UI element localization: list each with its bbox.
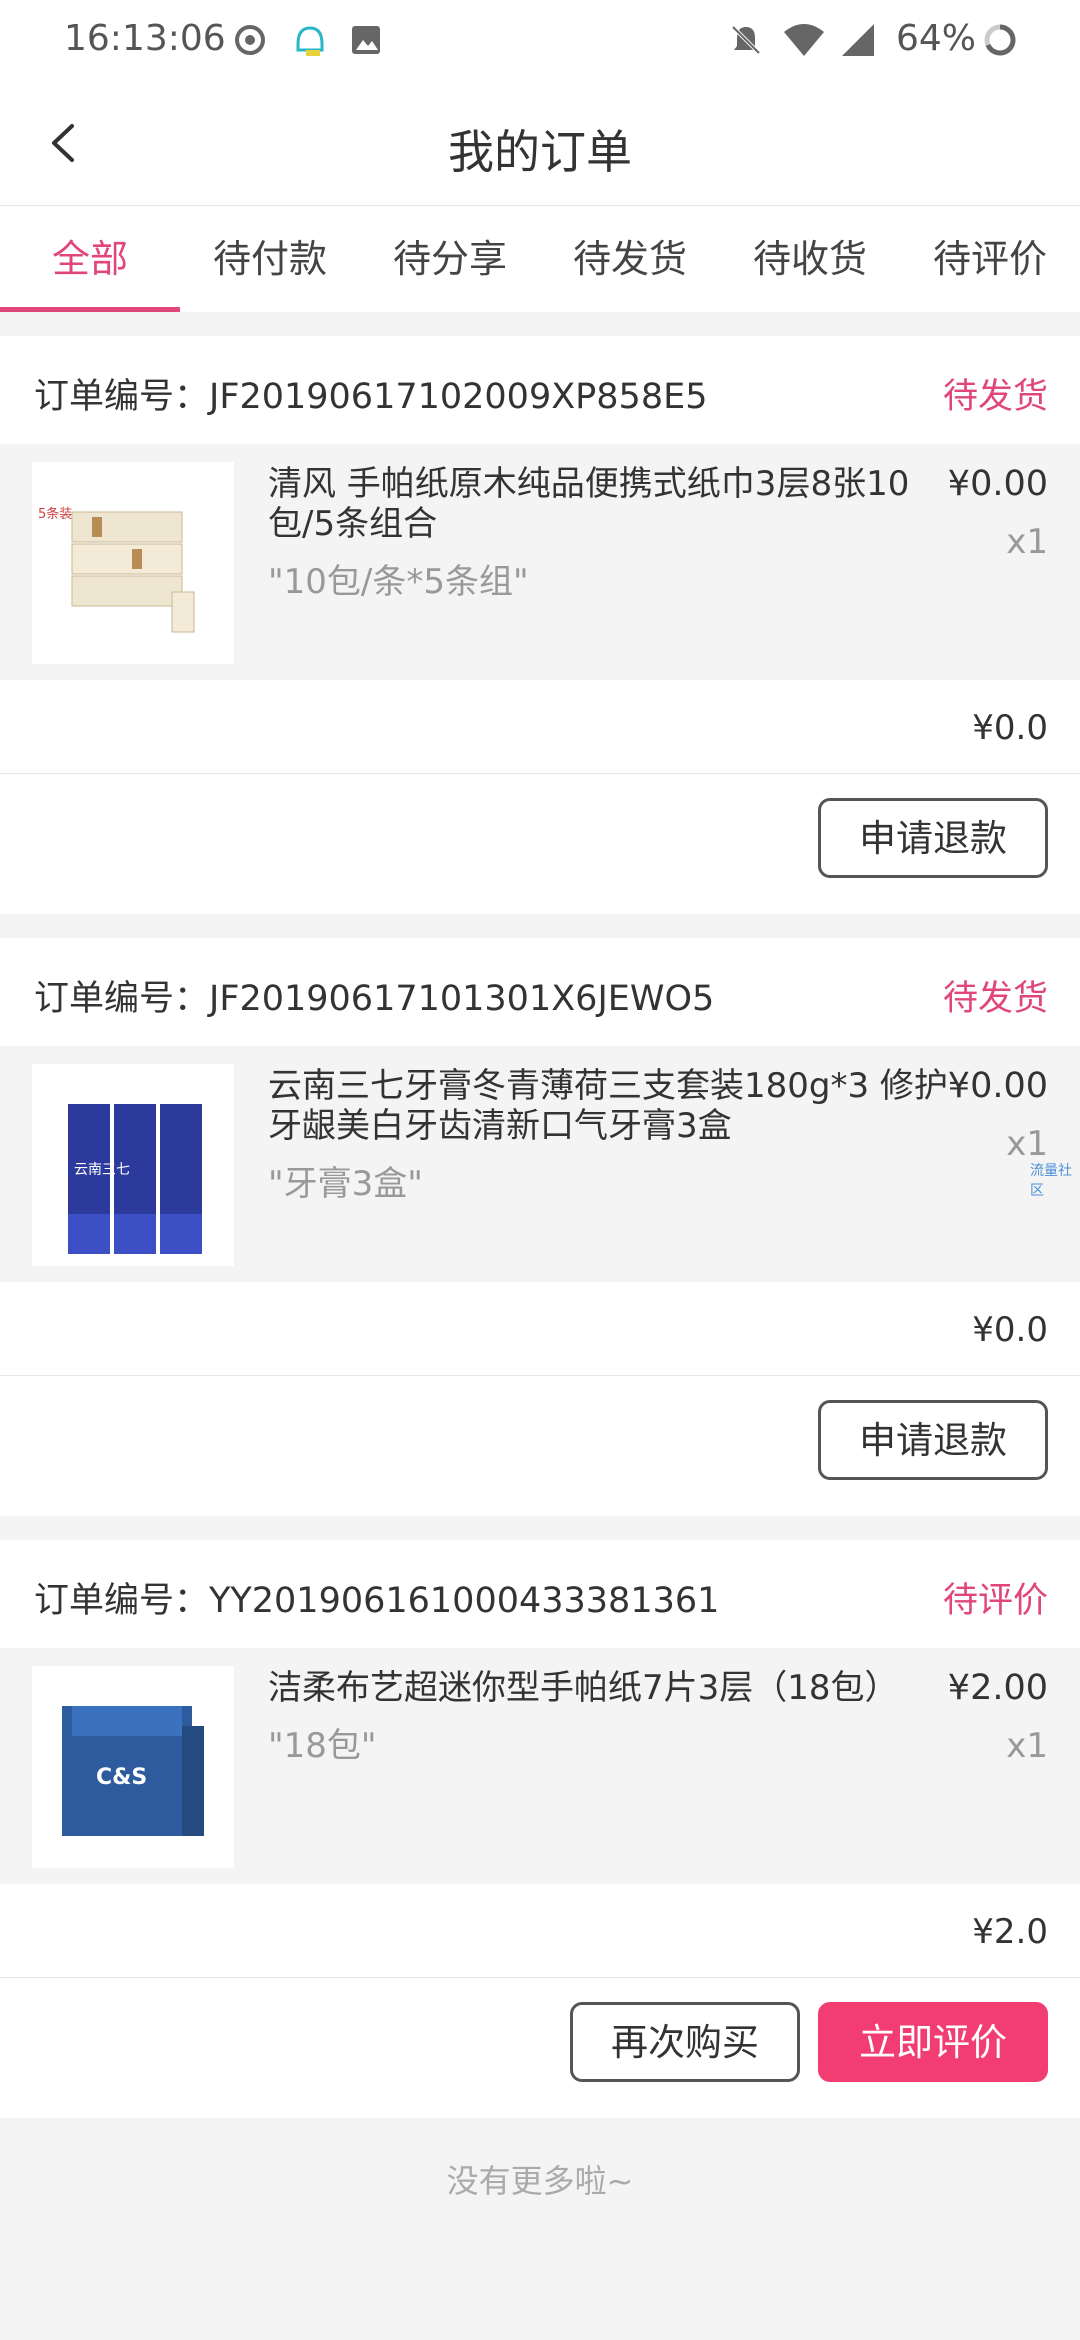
product-spec: "18包" <box>268 1726 377 1766</box>
refund-button[interactable]: 申请退款 <box>818 798 1048 878</box>
order-status: 待评价 <box>942 1581 1048 1621</box>
product-name: 洁柔布艺超迷你型手帕纸7片3层（18包） <box>268 1668 899 1708</box>
order-total: ¥0.0 <box>972 708 1048 748</box>
battery-ring-icon <box>984 24 1016 56</box>
order-card[interactable]: 订单编号：JF20190617101301X6JEWO5 待发货 云南三七 云南… <box>0 938 1080 1516</box>
order-header: 订单编号：YY20190616100043338136​1 待评价 <box>0 1540 1080 1648</box>
order-total: ¥2.0 <box>972 1912 1048 1952</box>
order-actions: 申请退款 <box>0 774 1080 914</box>
product-thumbnail: C&S <box>32 1666 234 1868</box>
review-now-button[interactable]: 立即评价 <box>818 2002 1048 2082</box>
signal-icon <box>842 24 874 56</box>
order-card[interactable]: 订单编号：YY20190616100043338136​1 待评价 C&S 洁柔… <box>0 1540 1080 2118</box>
product-thumbnail: 5条装 <box>32 462 234 664</box>
order-card[interactable]: 订单编号：JF20190617102009XP858E5 待发货 5条装 清风 … <box>0 336 1080 914</box>
battery-percent: 64% <box>896 18 977 59</box>
tab-pending-payment[interactable]: 待付款 <box>180 206 360 312</box>
tab-pending-shipment[interactable]: 待发货 <box>540 206 720 312</box>
order-item[interactable]: 5条装 清风 手帕纸原木纯品便携式纸巾3层8张10包/5条组合 "10包/条*5… <box>0 444 1080 680</box>
product-spec: "10包/条*5条组" <box>268 562 529 602</box>
bell-muted-icon <box>731 25 761 55</box>
order-actions: 申请退款 <box>0 1376 1080 1516</box>
product-name: 云南三七牙膏冬青薄荷三支套装180g*3 修护牙龈美白牙齿清新口气牙膏3盒 <box>268 1066 948 1146</box>
order-number: 订单编号：YY20190616100043338136​1 <box>34 1581 720 1621</box>
product-spec: "牙膏3盒" <box>268 1164 423 1204</box>
product-price: ¥0.00 <box>947 1066 1048 1106</box>
order-total-row: ¥2.0 <box>0 1884 1080 1978</box>
svg-text:5条装: 5条装 <box>38 506 72 522</box>
no-more-footer: 没有更多啦~ <box>446 2162 634 2200</box>
svg-text:C&S: C&S <box>96 1765 147 1790</box>
page-title: 我的订单 <box>448 125 632 179</box>
status-time: 16:13:06 <box>64 18 226 59</box>
tab-pending-share[interactable]: 待分享 <box>360 206 540 312</box>
bot-notification-icon <box>296 26 324 56</box>
product-price: ¥2.00 <box>947 1668 1048 1708</box>
order-header: 订单编号：JF20190617101301X6JEWO5 待发货 <box>0 938 1080 1046</box>
order-tabs: 全部 待付款 待分享 待发货 待收货 待评价 <box>0 206 1080 312</box>
order-total-row: ¥0.0 <box>0 680 1080 774</box>
status-bar: 16:13:06 64% <box>0 0 1080 80</box>
svg-text:云南三七: 云南三七 <box>74 1162 130 1178</box>
product-name: 清风 手帕纸原木纯品便携式纸巾3层8张10包/5条组合 <box>268 464 910 544</box>
title-bar: 我的订单 <box>0 80 1080 206</box>
image-icon <box>352 26 380 54</box>
order-number: 订单编号：JF20190617101301X6JEWO5 <box>34 979 715 1019</box>
order-item[interactable]: 云南三七 云南三七牙膏冬青薄荷三支套装180g*3 修护牙龈美白牙齿清新口气牙膏… <box>0 1046 1080 1282</box>
tab-pending-review[interactable]: 待评价 <box>900 206 1080 312</box>
product-quantity: x1 <box>1006 1726 1048 1766</box>
product-price: ¥0.00 <box>947 464 1048 504</box>
order-status: 待发货 <box>942 979 1048 1019</box>
watermark: 流量社区 <box>1030 1163 1072 1199</box>
wifi-icon <box>784 24 824 56</box>
spiral-app-icon <box>235 25 265 55</box>
order-total: ¥0.0 <box>972 1310 1048 1350</box>
order-actions: 再次购买 立即评价 <box>0 1978 1080 2118</box>
order-total-row: ¥0.0 <box>0 1282 1080 1376</box>
product-thumbnail: 云南三七 <box>32 1064 234 1266</box>
buy-again-button[interactable]: 再次购买 <box>570 2002 800 2082</box>
order-number: 订单编号：JF20190617102009XP858E5 <box>34 377 708 417</box>
tab-all[interactable]: 全部 <box>0 206 180 312</box>
tab-pending-receipt[interactable]: 待收货 <box>720 206 900 312</box>
refund-button[interactable]: 申请退款 <box>818 1400 1048 1480</box>
product-quantity: x1 <box>1006 1124 1048 1164</box>
order-header: 订单编号：JF20190617102009XP858E5 待发货 <box>0 336 1080 444</box>
product-quantity: x1 <box>1006 522 1048 562</box>
order-status: 待发货 <box>942 377 1048 417</box>
order-item[interactable]: C&S 洁柔布艺超迷你型手帕纸7片3层（18包） "18包" ¥2.00 x1 <box>0 1648 1080 1884</box>
